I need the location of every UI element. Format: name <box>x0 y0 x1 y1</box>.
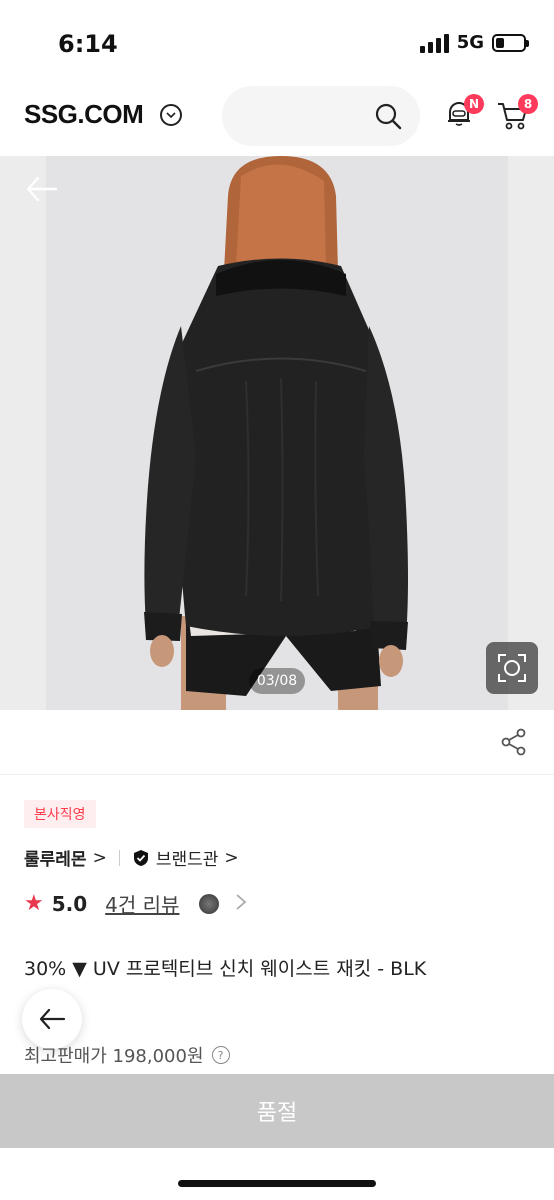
product-title: 30% ▼ UV 프로텍티브 신치 웨이스트 재킷 - BLK <box>24 958 427 980</box>
cart-count-badge: 8 <box>518 94 538 114</box>
search-bar[interactable] <box>222 86 420 146</box>
rating-score: 5.0 <box>51 891 88 916</box>
jacket-back-image <box>46 156 508 710</box>
notification-button[interactable]: N <box>444 94 484 132</box>
cart-button[interactable]: 8 <box>496 94 538 134</box>
official-store-badge: 본사직영 <box>24 800 96 828</box>
lens-icon <box>498 654 526 682</box>
max-price: 최고판매가 198,000원 <box>24 1046 204 1067</box>
home-indicator <box>178 1180 376 1187</box>
search-icon[interactable] <box>374 102 402 130</box>
signal-icon <box>419 33 449 53</box>
soldout-button[interactable]: 품절 <box>0 1074 554 1148</box>
help-icon[interactable]: ? <box>211 1046 230 1064</box>
rating-row: ★ 5.0 4건 리뷰 <box>24 889 247 918</box>
shield-check-icon <box>133 849 148 866</box>
share-icon[interactable] <box>500 728 528 756</box>
status-icons: 5G <box>419 32 529 53</box>
status-time: 6:14 <box>58 30 118 58</box>
product-gallery[interactable]: 03/08 <box>0 156 554 710</box>
brand-chevron-icon: > <box>92 847 107 868</box>
battery-icon <box>492 33 529 52</box>
notification-badge: N <box>464 94 484 114</box>
chevron-right-icon[interactable] <box>235 892 247 916</box>
battery-level <box>496 37 504 48</box>
network-label: 5G <box>456 32 484 53</box>
floating-back-button[interactable] <box>22 989 82 1049</box>
product-photo[interactable] <box>46 156 508 710</box>
image-search-button[interactable] <box>486 642 538 694</box>
price-row: 최고판매가 198,000원 ? <box>24 1042 230 1068</box>
back-arrow-icon <box>39 1008 66 1030</box>
back-arrow-icon[interactable] <box>24 174 58 208</box>
brand-hall-chevron-icon: > <box>224 847 239 868</box>
review-count-link[interactable]: 4건 리뷰 <box>105 889 179 918</box>
page-indicator: 03/08 <box>249 668 305 694</box>
star-icon: ★ <box>24 891 44 916</box>
brand-hall-label: 브랜드관 <box>155 850 219 870</box>
brand-name-link[interactable]: 룰루레몬 <box>24 845 87 870</box>
app-header: SSG.COM N 8 <box>0 80 554 156</box>
brand-row: 룰루레몬 > 브랜드관 > <box>24 845 239 871</box>
status-bar: 6:14 5G <box>0 0 554 80</box>
chevron-down-icon[interactable] <box>160 104 182 126</box>
site-logo[interactable]: SSG.COM <box>24 99 144 130</box>
review-thumbnail[interactable] <box>199 893 220 914</box>
brand-hall-link[interactable]: 브랜드관 > <box>132 845 239 870</box>
share-row <box>0 710 554 775</box>
divider <box>118 849 120 866</box>
